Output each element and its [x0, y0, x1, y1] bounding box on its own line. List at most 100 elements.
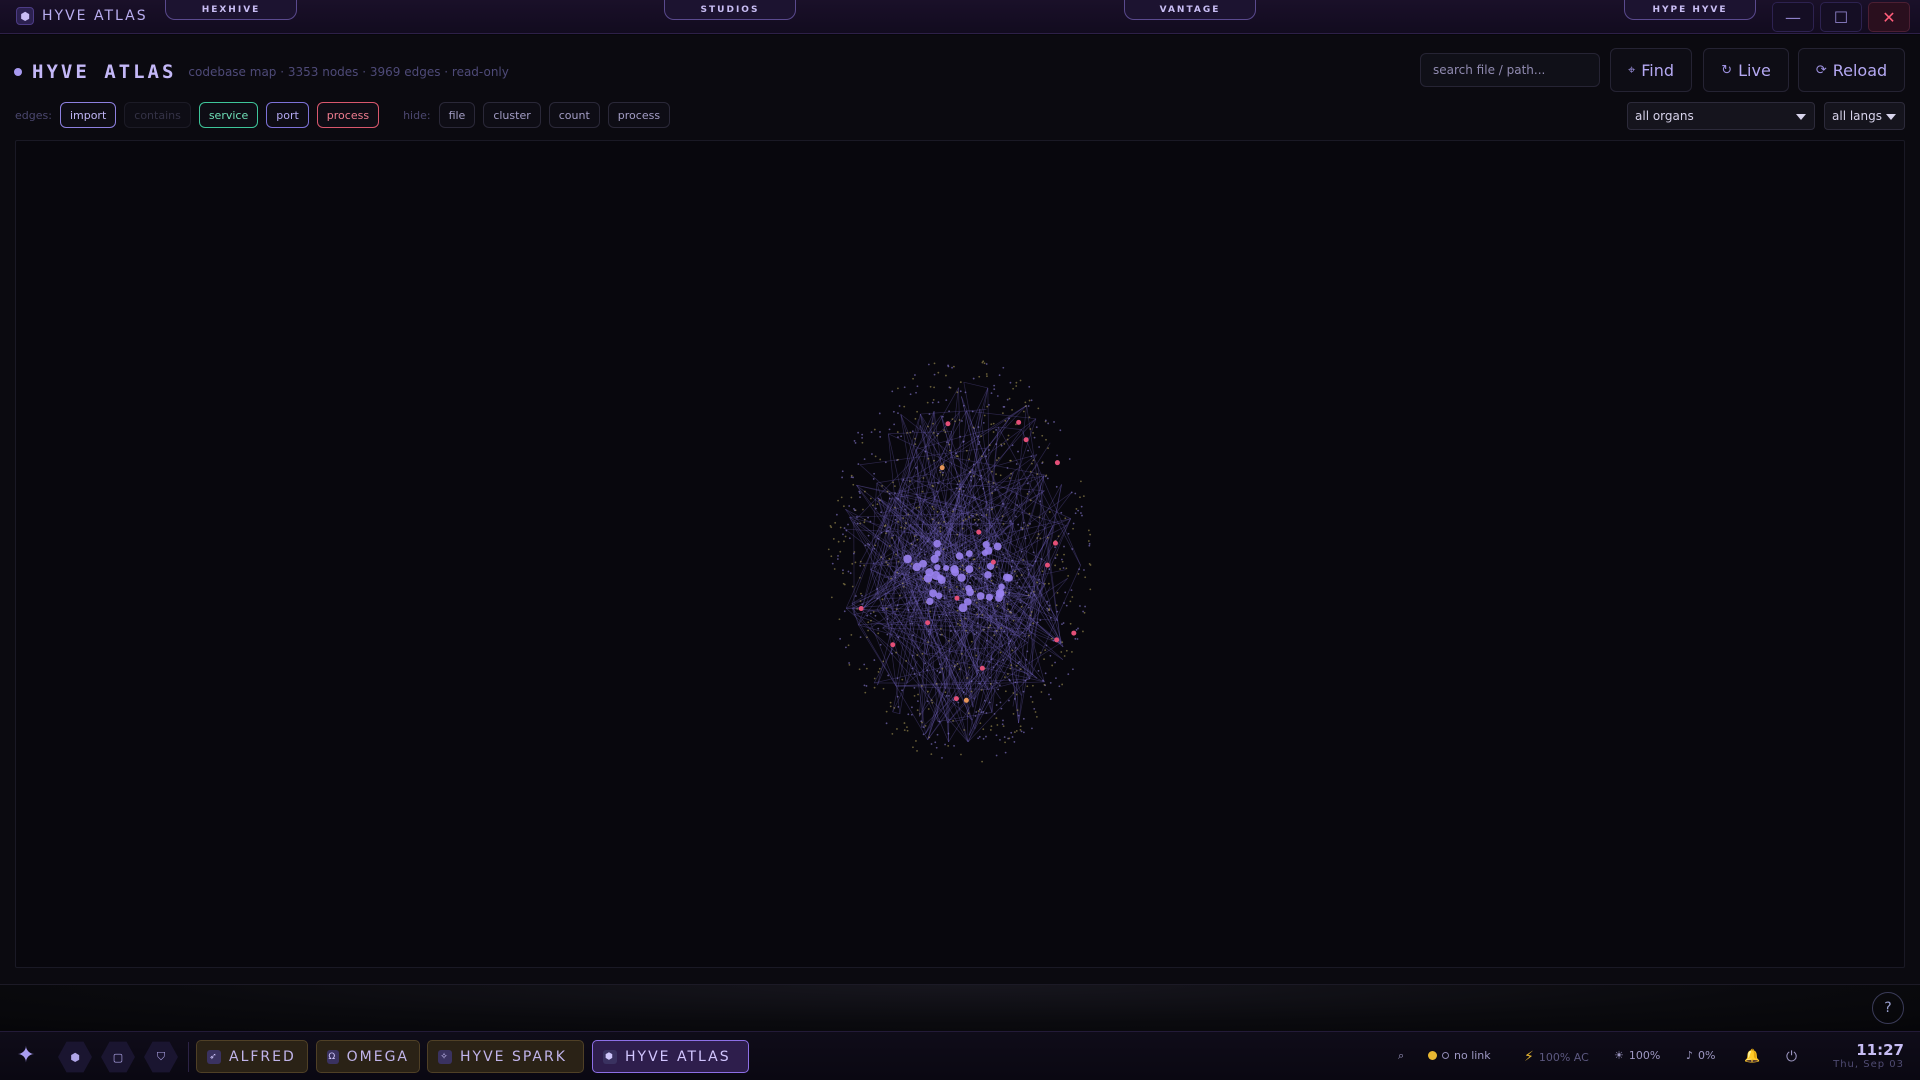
graph-node[interactable]: [1071, 548, 1074, 550]
graph-node[interactable]: [1015, 664, 1018, 667]
graph-node[interactable]: [1024, 401, 1027, 404]
graph-node[interactable]: [986, 508, 989, 511]
graph-node[interactable]: [940, 633, 943, 636]
graph-node[interactable]: [1029, 428, 1032, 430]
graph-node[interactable]: [955, 455, 958, 457]
graph-node[interactable]: [982, 360, 985, 363]
graph-node[interactable]: [1052, 540, 1058, 546]
graph-node[interactable]: [856, 607, 859, 610]
graph-node[interactable]: [859, 576, 861, 579]
graph-node[interactable]: [985, 735, 987, 738]
graph-node[interactable]: [1021, 527, 1024, 530]
graph-node[interactable]: [936, 434, 939, 437]
graph-node[interactable]: [959, 390, 962, 393]
graph-node[interactable]: [1041, 434, 1044, 437]
graph-node[interactable]: [1005, 574, 1013, 582]
graph-node[interactable]: [859, 560, 862, 563]
edge-filter-port[interactable]: port: [266, 102, 309, 128]
graph-node[interactable]: [912, 746, 914, 749]
graph-node[interactable]: [1060, 511, 1063, 514]
graph-node[interactable]: [1017, 523, 1020, 526]
graph-node[interactable]: [974, 577, 977, 580]
graph-node[interactable]: [852, 483, 855, 486]
graph-node[interactable]: [1087, 529, 1090, 532]
graph-node[interactable]: [990, 725, 993, 728]
graph-node[interactable]: [1031, 684, 1034, 687]
graph-node[interactable]: [949, 624, 952, 627]
graph-node[interactable]: [1032, 551, 1035, 554]
graph-node[interactable]: [1084, 576, 1087, 579]
graph-node[interactable]: [991, 506, 994, 509]
graph-node[interactable]: [890, 642, 896, 648]
graph-node[interactable]: [861, 441, 864, 444]
graph-node[interactable]: [1011, 572, 1013, 575]
graph-node[interactable]: [837, 540, 840, 543]
graph-node[interactable]: [896, 695, 899, 698]
graph-node[interactable]: [921, 721, 923, 724]
graph-node[interactable]: [843, 540, 845, 543]
graph-node[interactable]: [981, 760, 983, 763]
graph-node[interactable]: [909, 431, 912, 434]
graph-node[interactable]: [922, 726, 925, 729]
graph-node[interactable]: [937, 482, 939, 485]
graph-node[interactable]: [840, 496, 843, 499]
graph-node[interactable]: [935, 592, 943, 599]
graph-node[interactable]: [1063, 602, 1065, 604]
graph-node[interactable]: [867, 534, 870, 537]
graph-node[interactable]: [974, 496, 976, 499]
graph-node[interactable]: [902, 478, 905, 481]
graph-node[interactable]: [907, 713, 910, 716]
graph-node[interactable]: [976, 524, 979, 527]
graph-node[interactable]: [924, 662, 927, 665]
graph-node[interactable]: [982, 590, 985, 592]
graph-node[interactable]: [882, 687, 885, 690]
graph-node[interactable]: [973, 599, 976, 602]
graph-node[interactable]: [903, 729, 906, 731]
graph-node[interactable]: [982, 628, 985, 631]
graph-node[interactable]: [938, 469, 941, 472]
graph-node[interactable]: [949, 630, 952, 632]
graph-node[interactable]: [891, 652, 893, 655]
graph-node[interactable]: [1016, 581, 1019, 584]
edge-filter-process[interactable]: process: [316, 102, 380, 128]
graph-node[interactable]: [1077, 509, 1080, 512]
graph-node[interactable]: [962, 569, 965, 572]
graph-node[interactable]: [1054, 460, 1060, 466]
graph-node[interactable]: [1071, 651, 1073, 653]
graph-node[interactable]: [1067, 574, 1070, 577]
graph-node[interactable]: [1022, 690, 1025, 693]
graph-node[interactable]: [1044, 562, 1050, 568]
graph-node[interactable]: [1049, 698, 1052, 700]
graph-node[interactable]: [992, 666, 995, 669]
graph-node[interactable]: [984, 546, 993, 555]
graph-node[interactable]: [983, 414, 986, 417]
graph-node[interactable]: [838, 618, 841, 621]
hyve-spark-logo-icon[interactable]: ✦: [12, 1044, 40, 1068]
graph-node[interactable]: [942, 471, 945, 474]
graph-node[interactable]: [1071, 630, 1077, 636]
graph-node[interactable]: [1019, 601, 1022, 604]
graph-node[interactable]: [934, 741, 937, 744]
graph-node[interactable]: [995, 459, 998, 462]
graph-node[interactable]: [930, 743, 933, 745]
graph-node[interactable]: [906, 431, 909, 434]
graph-node[interactable]: [1032, 459, 1035, 462]
graph-node[interactable]: [945, 421, 951, 427]
graph-node[interactable]: [936, 670, 939, 672]
graph-node[interactable]: [1047, 582, 1050, 585]
graph-node[interactable]: [919, 712, 921, 715]
graph-node[interactable]: [1052, 639, 1055, 642]
graph-node[interactable]: [989, 682, 992, 685]
graph-node[interactable]: [841, 476, 843, 479]
graph-node[interactable]: [873, 428, 876, 431]
graph-node[interactable]: [880, 531, 883, 534]
graph-node[interactable]: [1056, 591, 1059, 594]
graph-node[interactable]: [890, 577, 892, 580]
graph-node[interactable]: [872, 611, 875, 613]
graph-node[interactable]: [895, 608, 898, 611]
graph-node[interactable]: [905, 660, 908, 662]
graph-node[interactable]: [999, 651, 1002, 654]
graph-node[interactable]: [894, 492, 896, 495]
graph-node[interactable]: [858, 490, 861, 493]
graph-node[interactable]: [1019, 725, 1022, 728]
